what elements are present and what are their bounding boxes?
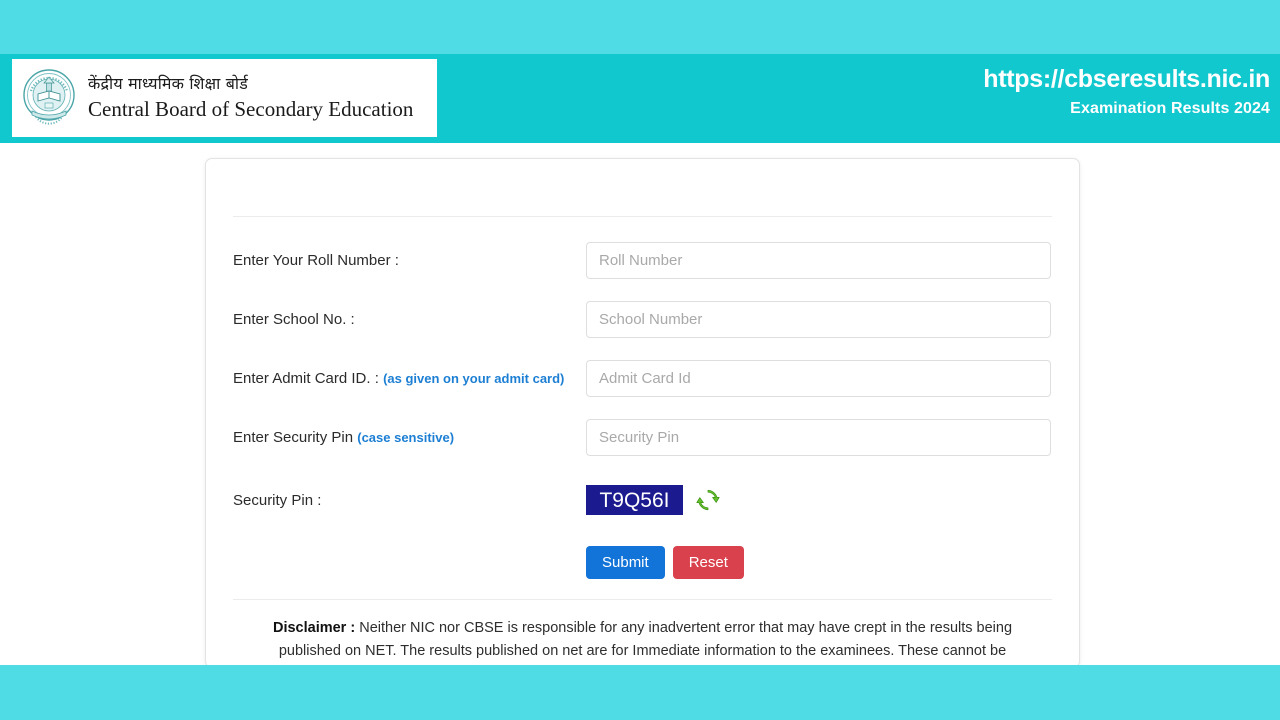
refresh-icon[interactable]	[695, 487, 721, 513]
result-form-card: Enter Your Roll Number : Enter School No…	[205, 158, 1080, 668]
header-subtitle: Examination Results 2024	[1070, 99, 1270, 117]
label-admit-card-id-text: Enter Admit Card ID. :	[233, 370, 379, 387]
form-row-roll-number: Enter Your Roll Number :	[233, 231, 1052, 290]
site-header: केंद्रीय माध्यमिक शिक्षा बोर्ड Central B…	[0, 54, 1280, 143]
form-row-admit-card-id: Enter Admit Card ID. : (as given on your…	[233, 349, 1052, 408]
label-school-number: Enter School No. :	[233, 311, 586, 328]
disclaimer-body: Neither NIC nor CBSE is responsible for …	[278, 620, 1013, 667]
roll-number-input[interactable]	[586, 242, 1051, 279]
label-roll-number-text: Enter Your Roll Number :	[233, 252, 399, 269]
hint-security-pin: (case sensitive)	[357, 430, 455, 445]
cbse-emblem-icon	[18, 65, 80, 131]
top-decorative-band	[0, 0, 1280, 54]
submit-button[interactable]: Submit	[586, 545, 665, 579]
reset-button[interactable]: Reset	[672, 545, 744, 579]
page-root: केंद्रीय माध्यमिक शिक्षा बोर्ड Central B…	[0, 0, 1280, 720]
header-right-block: https://cbseresults.nic.in Examination R…	[983, 65, 1270, 118]
cbse-logo-box: केंद्रीय माध्यमिक शिक्षा बोर्ड Central B…	[12, 59, 437, 137]
disclaimer-text: Disclaimer : Neither NIC nor CBSE is res…	[233, 600, 1052, 667]
label-roll-number: Enter Your Roll Number :	[233, 252, 586, 269]
cbse-name-hindi: केंद्रीय माध्यमिक शिक्षा बोर्ड	[88, 74, 248, 94]
form-row-captcha: Security Pin : T9Q56I	[233, 467, 1052, 533]
cbse-logo-text: केंद्रीय माध्यमिक शिक्षा बोर्ड Central B…	[80, 74, 414, 121]
form-row-security-pin: Enter Security Pin (case sensitive)	[233, 408, 1052, 467]
results-site-url: https://cbseresults.nic.in	[983, 65, 1270, 93]
captcha-image: T9Q56I	[586, 485, 683, 515]
label-security-pin: Enter Security Pin (case sensitive)	[233, 429, 586, 446]
form-row-school-number: Enter School No. :	[233, 290, 1052, 349]
hint-admit-card-id: (as given on your admit card)	[383, 371, 565, 386]
admit-card-id-input[interactable]	[586, 360, 1051, 397]
form-actions: Submit Reset	[233, 533, 1052, 591]
result-form: Enter Your Roll Number : Enter School No…	[233, 217, 1052, 591]
bottom-decorative-band	[0, 665, 1280, 720]
cbse-name-english: Central Board of Secondary Education	[88, 96, 414, 121]
captcha-code: T9Q56I	[599, 488, 670, 512]
label-security-pin-text: Enter Security Pin	[233, 429, 354, 446]
school-number-input[interactable]	[586, 301, 1051, 338]
label-admit-card-id: Enter Admit Card ID. : (as given on your…	[233, 370, 586, 387]
security-pin-input[interactable]	[586, 419, 1051, 456]
label-captcha: Security Pin :	[233, 492, 586, 509]
label-school-number-text: Enter School No. :	[233, 311, 355, 328]
disclaimer-title: Disclaimer :	[272, 620, 356, 636]
label-captcha-text: Security Pin :	[233, 491, 322, 509]
